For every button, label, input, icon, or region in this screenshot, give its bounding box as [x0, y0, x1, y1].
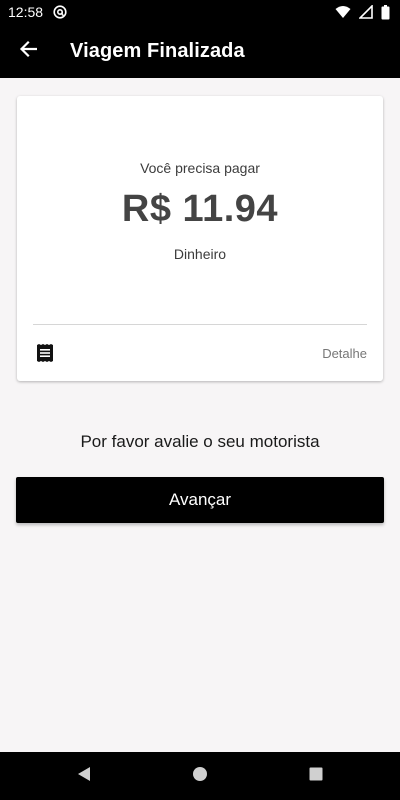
payment-card: Você precisa pagar R$ 11.94 Dinheiro Det… [17, 96, 383, 381]
status-left: 12:58 [8, 4, 67, 20]
card-divider [33, 324, 367, 325]
wifi-icon [335, 5, 351, 19]
receipt-icon[interactable] [36, 344, 54, 362]
app-bar: Viagem Finalizada [0, 24, 400, 78]
nav-back-button[interactable] [54, 752, 114, 800]
signal-icon [359, 5, 373, 19]
back-button[interactable] [0, 24, 56, 78]
nav-recents-button[interactable] [286, 752, 346, 800]
status-bar: 12:58 [0, 0, 400, 24]
detail-link[interactable]: Detalhe [322, 346, 367, 361]
system-nav-bar [0, 752, 400, 800]
at-sign-icon [53, 5, 67, 19]
payment-method: Dinheiro [173, 246, 227, 262]
square-recents-icon [308, 766, 324, 787]
circle-home-icon [192, 766, 208, 787]
arrow-back-icon [19, 40, 38, 63]
battery-icon [381, 4, 390, 20]
nav-home-button[interactable] [170, 752, 230, 800]
page-title: Viagem Finalizada [70, 39, 245, 62]
advance-button[interactable]: Avançar [16, 477, 384, 523]
status-time: 12:58 [8, 4, 44, 20]
status-right [335, 4, 390, 20]
triangle-back-icon [76, 766, 92, 787]
rate-driver-prompt: Por favor avalie o seu motorista [80, 432, 320, 451]
payment-label: Você precisa pagar [140, 160, 260, 176]
payment-amount: R$ 11.94 [121, 188, 279, 230]
